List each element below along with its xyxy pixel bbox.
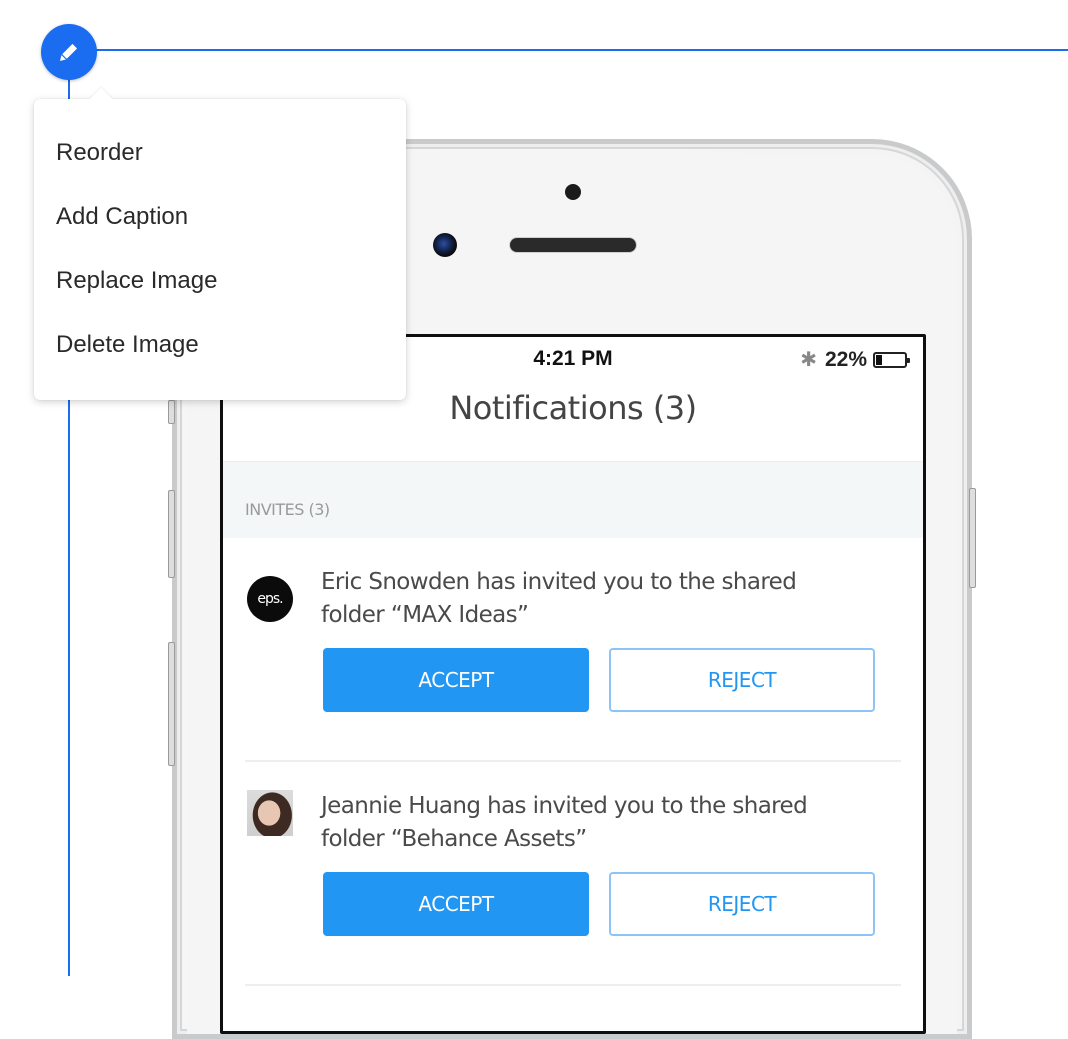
phone-mute-switch — [168, 400, 175, 424]
invite-message: Eric Snowden has invited you to the shar… — [321, 569, 797, 628]
accept-button[interactable]: ACCEPT — [323, 648, 589, 712]
reject-button[interactable]: REJECT — [609, 872, 875, 936]
reject-button[interactable]: REJECT — [609, 648, 875, 712]
status-indicators: ✱ 22% — [800, 347, 910, 372]
menu-item-replace-image[interactable]: Replace Image — [34, 263, 406, 327]
section-header-label: INVITES (3) — [245, 500, 330, 519]
menu-item-reorder[interactable]: Reorder — [34, 135, 406, 199]
phone-power-button — [969, 488, 976, 588]
phone-speaker — [510, 238, 636, 252]
menu-item-add-caption[interactable]: Add Caption — [34, 199, 406, 263]
menu-item-delete-image[interactable]: Delete Image — [34, 327, 406, 391]
pencil-icon — [60, 43, 78, 61]
invite-item: Jeannie Huang has invited you to the sha… — [223, 762, 923, 986]
avatar — [247, 790, 293, 836]
invite-message: Jeannie Huang has invited you to the sha… — [321, 793, 808, 852]
section-header: INVITES (3) — [223, 461, 923, 538]
phone-camera — [433, 233, 457, 257]
accept-button[interactable]: ACCEPT — [323, 872, 589, 936]
battery-fill — [876, 354, 882, 365]
divider — [245, 984, 901, 986]
edit-image-button[interactable] — [41, 24, 97, 80]
selection-frame-top — [70, 49, 1068, 51]
phone-sensor — [565, 184, 581, 200]
battery-percent: 22% — [824, 347, 867, 371]
bluetooth-icon: ✱ — [800, 349, 817, 371]
phone-volume-up — [168, 490, 175, 578]
battery-nub — [907, 357, 910, 363]
avatar: eps. — [247, 576, 293, 622]
phone-volume-down — [168, 642, 175, 766]
phone-screen: 4:21 PM ✱ 22% Notifications (3) INVITES … — [220, 334, 926, 1034]
battery-icon — [873, 351, 910, 368]
invite-item: eps. Eric Snowden has invited you to the… — [223, 538, 923, 762]
image-options-menu: Reorder Add Caption Replace Image Delete… — [34, 87, 406, 400]
